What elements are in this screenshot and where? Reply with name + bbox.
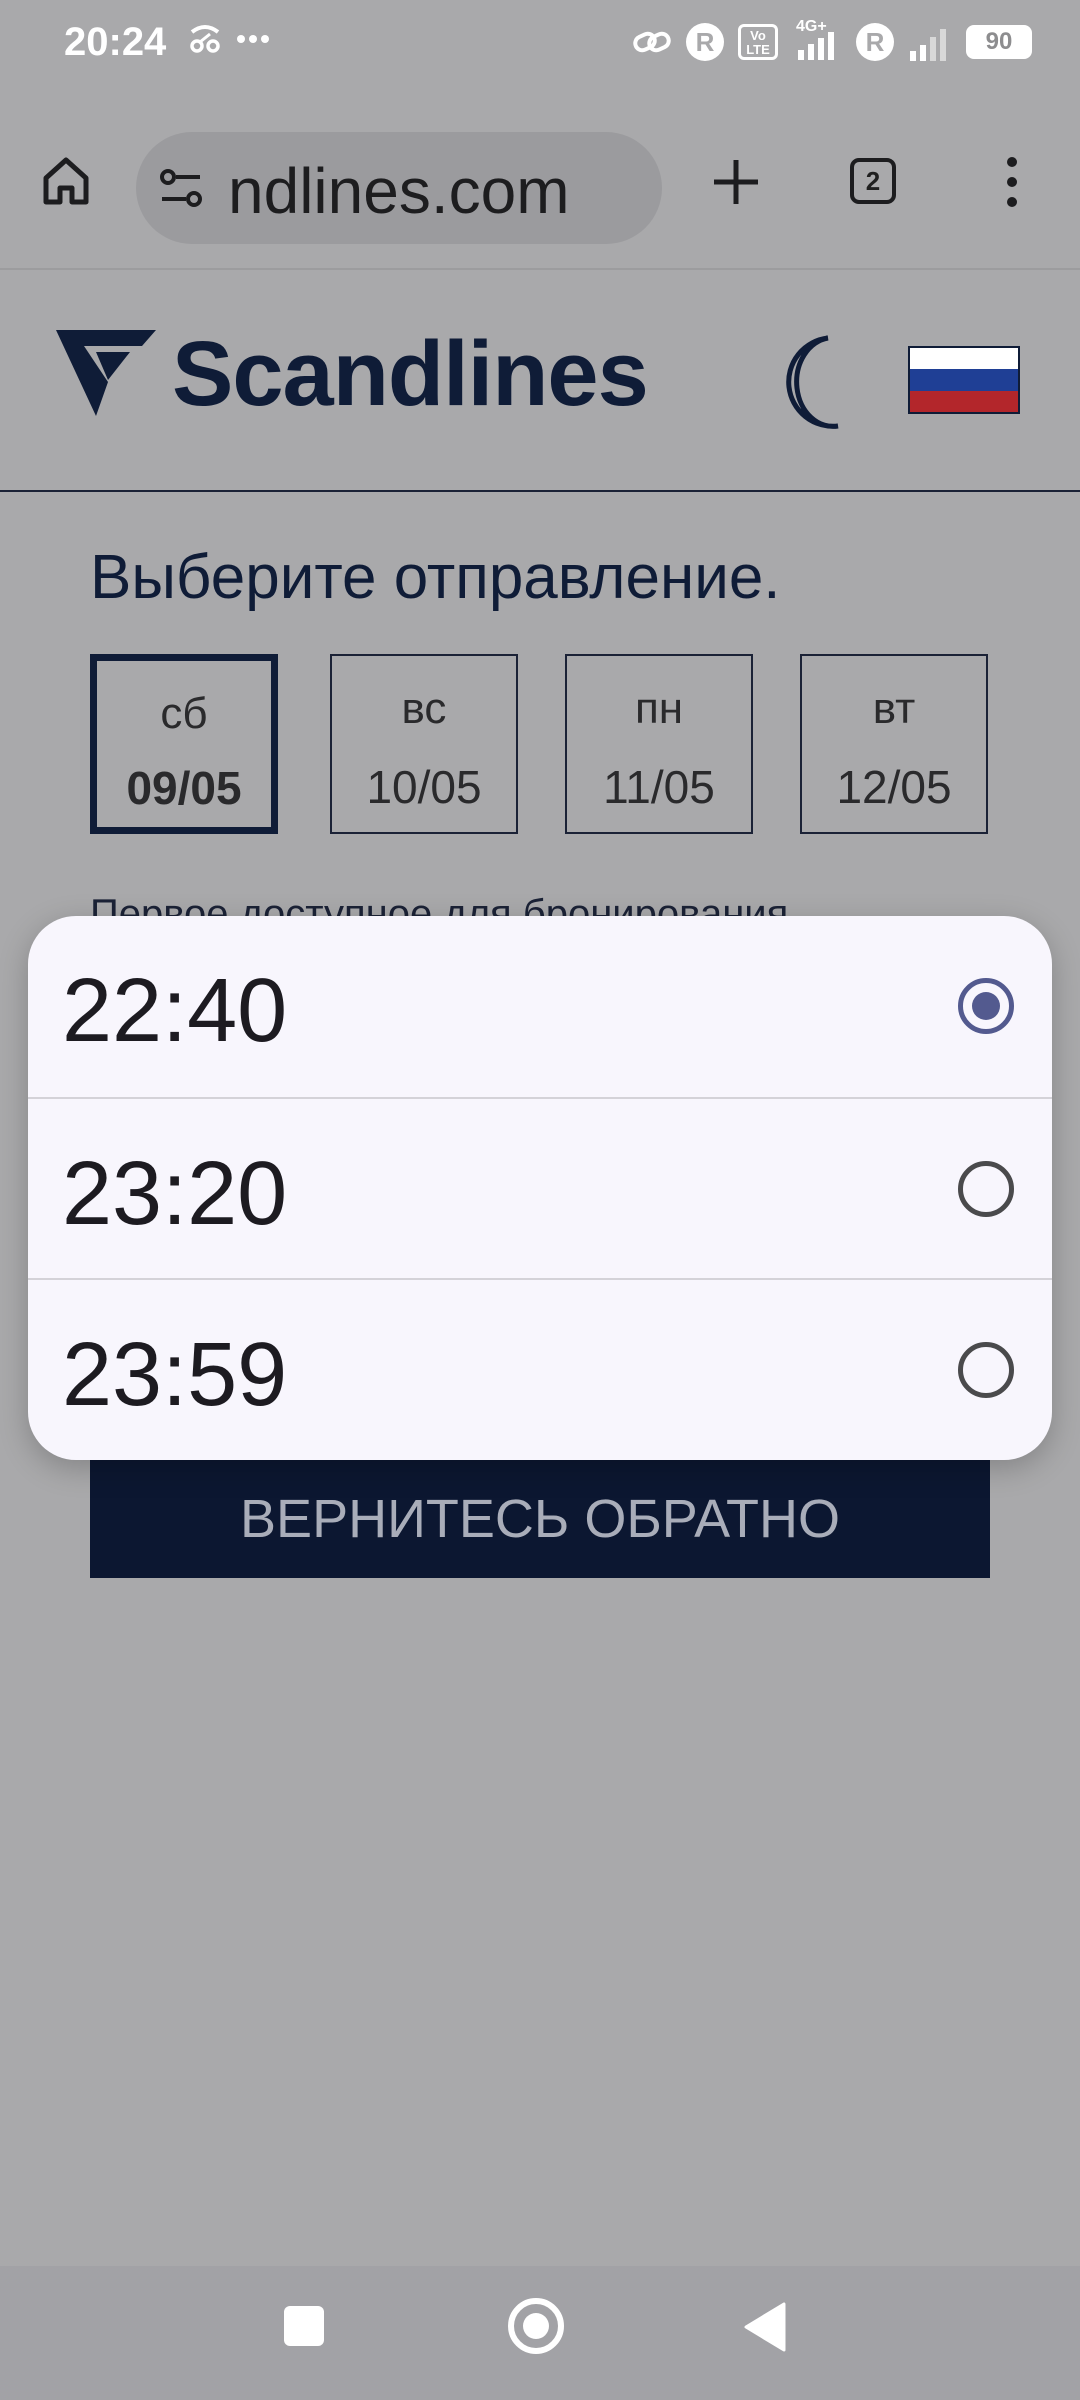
site-header: Scandlines: [0, 270, 1080, 492]
status-time: 20:24: [64, 20, 167, 64]
link-icon: [633, 31, 671, 53]
status-left-icons: [188, 24, 270, 54]
time-option-label: 23:59: [62, 1325, 288, 1425]
new-tab-icon[interactable]: [706, 152, 766, 212]
go-back-button[interactable]: ВЕРНИТЕСЬ ОБРАТНО: [90, 1460, 990, 1578]
roaming-icon-2: R: [856, 23, 894, 61]
time-option-label: 23:20: [62, 1144, 288, 1244]
signal-4g-icon: 4G+: [792, 18, 842, 62]
time-option[interactable]: 23:59: [28, 1278, 1052, 1459]
date-number: 10/05: [366, 761, 482, 813]
home-icon[interactable]: [38, 152, 94, 208]
volte-icon: Vo LTE: [738, 24, 778, 60]
address-bar[interactable]: ndlines.com: [136, 132, 662, 244]
radio-button-selected[interactable]: [958, 978, 1014, 1034]
radio-button[interactable]: [958, 1342, 1014, 1398]
date-day: вс: [401, 684, 447, 733]
time-picker-dialog: 22:40 23:20 23:59: [28, 916, 1052, 1460]
signal-icon: [910, 29, 946, 61]
date-day: вт: [872, 684, 916, 733]
call-forward-icon: [190, 25, 220, 53]
recents-button[interactable]: [284, 2306, 324, 2346]
date-number: 09/05: [126, 762, 242, 814]
date-card[interactable]: пн 11/05: [565, 654, 753, 834]
date-card[interactable]: вт 12/05: [800, 654, 988, 834]
site-settings-icon[interactable]: [154, 160, 210, 216]
dark-mode-icon[interactable]: [772, 332, 846, 432]
system-nav-bar: [0, 2266, 1080, 2400]
home-button[interactable]: [508, 2298, 564, 2354]
status-bar: 20:24 R Vo LTE 4G+ R 90: [0, 0, 1080, 90]
url-text[interactable]: ndlines.com: [228, 154, 570, 228]
status-right-icons: R Vo LTE 4G+ R 90: [632, 18, 1032, 62]
more-menu-icon[interactable]: [994, 152, 1030, 212]
battery-icon: 90: [966, 25, 1032, 59]
browser-toolbar: ndlines.com 2: [0, 90, 1080, 270]
page-title: Выберите отправление.: [90, 543, 781, 612]
date-card[interactable]: сб 09/05: [90, 654, 278, 834]
date-day: сб: [160, 689, 208, 738]
time-option[interactable]: 22:40: [28, 916, 1052, 1097]
date-number: 11/05: [603, 761, 715, 813]
back-button[interactable]: [744, 2302, 788, 2352]
date-card[interactable]: вс 10/05: [330, 654, 518, 834]
more-notifications-icon: [237, 35, 269, 43]
radio-button[interactable]: [958, 1161, 1014, 1217]
date-day: пн: [634, 684, 684, 733]
logo-text[interactable]: Scandlines: [172, 322, 649, 427]
tab-switcher-button[interactable]: 2: [850, 158, 896, 204]
date-number: 12/05: [836, 761, 952, 813]
roaming-icon: R: [686, 23, 724, 61]
scandlines-logo-icon[interactable]: [56, 330, 156, 416]
time-option[interactable]: 23:20: [28, 1097, 1052, 1278]
language-flag-icon[interactable]: [908, 346, 1020, 414]
time-option-label: 22:40: [62, 961, 288, 1061]
